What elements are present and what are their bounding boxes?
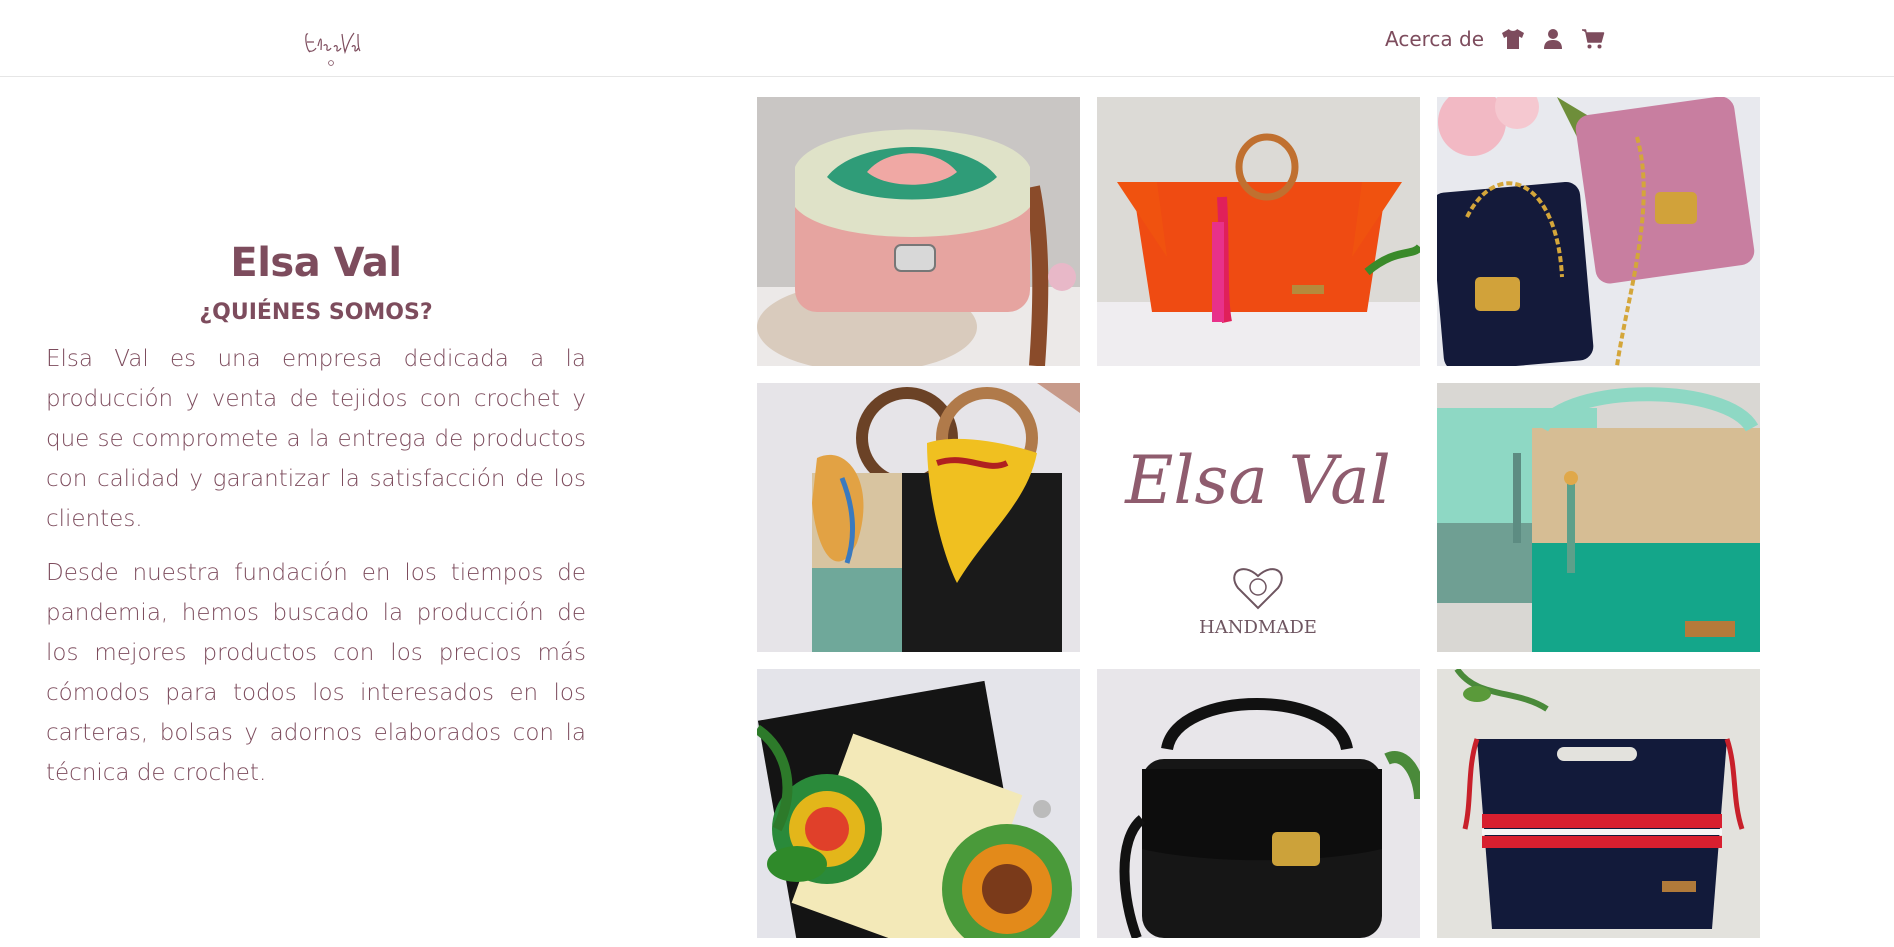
navy-and-pink-bags-photo[interactable] bbox=[1437, 97, 1760, 366]
about-paragraph-1: Elsa Val es una empresa dedicada a la pr… bbox=[46, 346, 586, 532]
product-gallery: Elsa Val HANDMADE bbox=[757, 97, 1760, 938]
top-navbar: Acerca de bbox=[0, 0, 1894, 77]
scarf-handle-bags-photo[interactable] bbox=[757, 383, 1080, 652]
black-crochet-bag-photo[interactable] bbox=[1097, 669, 1420, 938]
navy-striped-bag-photo[interactable] bbox=[1437, 669, 1760, 938]
center-logo-text: Elsa Val bbox=[1124, 442, 1391, 519]
cart-icon[interactable] bbox=[1580, 26, 1606, 52]
shirt-icon[interactable] bbox=[1500, 26, 1526, 52]
about-section: Elsa Val ¿QUIÉNES SOMOS? Elsa Val es una… bbox=[46, 240, 586, 807]
orange-crochet-bag-photo[interactable] bbox=[1097, 97, 1420, 366]
mint-beige-green-bags-photo[interactable] bbox=[1437, 383, 1760, 652]
nav-about-link[interactable]: Acerca de bbox=[1385, 27, 1484, 51]
about-subtitle: ¿QUIÉNES SOMOS? bbox=[199, 300, 433, 325]
user-icon[interactable] bbox=[1540, 26, 1566, 52]
about-title: Elsa Val bbox=[230, 240, 402, 286]
brand-logo[interactable] bbox=[300, 20, 362, 68]
about-paragraph-2: Desde nuestra fundación en los tiempos d… bbox=[46, 560, 586, 786]
brand-logo-tile[interactable]: Elsa Val HANDMADE bbox=[1097, 383, 1420, 652]
main-nav: Acerca de bbox=[1385, 25, 1606, 53]
handmade-badge: HANDMADE bbox=[1199, 617, 1317, 638]
granny-square-bags-photo[interactable] bbox=[757, 669, 1080, 938]
pink-crochet-bag-photo[interactable] bbox=[757, 97, 1080, 366]
